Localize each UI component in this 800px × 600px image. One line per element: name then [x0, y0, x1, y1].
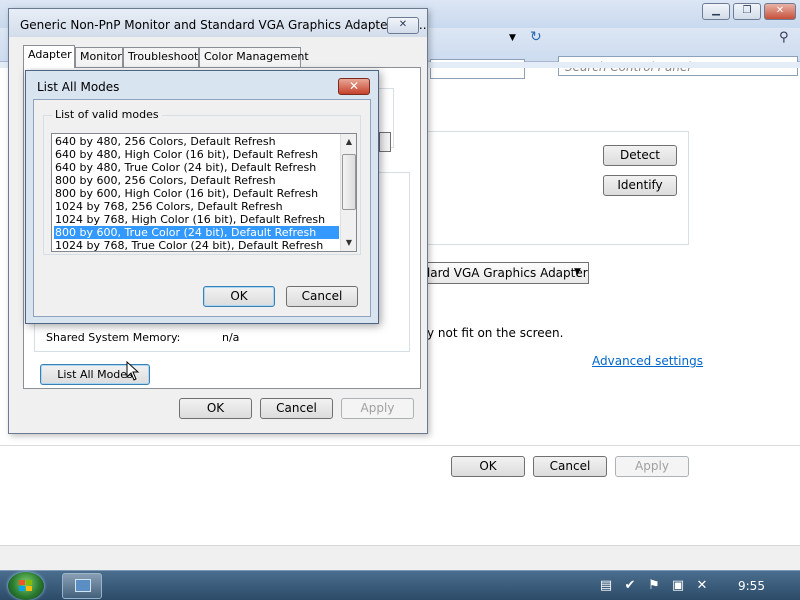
identify-button[interactable]: Identify — [603, 175, 677, 196]
cancel-button[interactable]: Cancel — [533, 456, 607, 477]
tab-troubleshoot[interactable]: Troubleshoot — [123, 47, 199, 67]
list-item[interactable]: 1024 by 768, 256 Colors, Default Refresh — [54, 200, 339, 213]
tab-color-management[interactable]: Color Management — [199, 47, 309, 67]
windows-logo-icon — [19, 580, 32, 591]
dialog-titlebar: Generic Non-PnP Monitor and Standard VGA… — [9, 9, 427, 37]
ok-button[interactable]: OK — [179, 398, 252, 419]
footer-area: OK Cancel Apply — [0, 445, 800, 545]
scroll-thumb[interactable] — [342, 154, 356, 210]
modes-dialog-title: List All Modes — [37, 80, 120, 94]
cancel-button[interactable]: Cancel — [286, 286, 358, 307]
search-icon[interactable]: ⚲ — [779, 30, 789, 45]
taskbar-clock[interactable]: 9:55 — [738, 579, 765, 593]
list-item[interactable]: 640 by 480, High Color (16 bit), Default… — [54, 148, 339, 161]
display-properties-icon — [75, 579, 91, 592]
mouse-cursor-icon — [126, 361, 140, 381]
vertical-scrollbar[interactable]: ▲ ▼ — [340, 134, 356, 251]
scroll-down-icon[interactable]: ▼ — [341, 235, 356, 251]
list-item[interactable]: 640 by 480, True Color (24 bit), Default… — [54, 161, 339, 174]
list-item[interactable]: 800 by 600, High Color (16 bit), Default… — [54, 187, 339, 200]
ok-button[interactable]: OK — [203, 286, 275, 307]
display-select-value: ndard VGA Graphics Adapter — [415, 266, 588, 280]
start-button[interactable] — [8, 572, 44, 600]
tab-adapter[interactable]: Adapter — [23, 45, 75, 68]
maximize-button[interactable]: ❐ — [733, 3, 761, 20]
fit-warning-text: y not fit on the screen. — [427, 326, 564, 340]
list-item-selected[interactable]: 800 by 600, True Color (24 bit), Default… — [54, 226, 339, 239]
modes-dialog-body: List of valid modes 640 by 480, 256 Colo… — [33, 99, 371, 317]
close-button[interactable]: ✕ — [387, 17, 419, 34]
detect-button[interactable]: Detect — [603, 145, 677, 166]
display-select[interactable]: ndard VGA Graphics Adapter — [410, 262, 589, 284]
taskbar-app-button[interactable] — [62, 573, 102, 599]
chevron-down-icon[interactable]: ▼ — [574, 267, 581, 277]
valid-modes-group: List of valid modes 640 by 480, 256 Colo… — [43, 108, 361, 255]
cancel-button[interactable]: Cancel — [260, 398, 333, 419]
refresh-icon[interactable]: ↻ — [530, 29, 542, 45]
taskbar: ▤ ✔ ⚑ ▣ ✕ 9:55 — [0, 570, 800, 600]
status-strip — [0, 545, 800, 570]
valid-modes-label: List of valid modes — [52, 108, 162, 121]
chevron-down-icon[interactable]: ▼ — [509, 33, 516, 43]
scroll-up-icon[interactable]: ▲ — [341, 134, 356, 150]
modes-listbox[interactable]: 640 by 480, 256 Colors, Default Refresh … — [51, 133, 357, 252]
list-item[interactable]: 1024 by 768, High Color (16 bit), Defaul… — [54, 213, 339, 226]
ok-button[interactable]: OK — [451, 456, 525, 477]
close-button[interactable]: ✕ — [764, 3, 796, 20]
dialog-title: Generic Non-PnP Monitor and Standard VGA… — [20, 18, 427, 32]
shared-memory-label: Shared System Memory: — [46, 331, 181, 344]
volume-muted-icon[interactable]: ✕ — [694, 578, 710, 594]
network-icon[interactable]: ▣ — [670, 578, 686, 594]
minimize-button[interactable]: ▁ — [702, 3, 730, 20]
apply-button[interactable]: Apply — [341, 398, 414, 419]
list-item[interactable]: 640 by 480, 256 Colors, Default Refresh — [54, 135, 339, 148]
shared-memory-value: n/a — [222, 331, 240, 344]
tab-monitor[interactable]: Monitor — [75, 47, 123, 67]
monitor-group-box: Detect Identify — [427, 131, 689, 245]
list-all-modes-dialog: List All Modes ✕ List of valid modes 640… — [25, 70, 379, 324]
advanced-settings-link[interactable]: Advanced settings — [592, 354, 703, 368]
list-item[interactable]: 800 by 600, 256 Colors, Default Refresh — [54, 174, 339, 187]
apply-button[interactable]: Apply — [615, 456, 689, 477]
document-icon[interactable]: ▤ — [598, 578, 614, 594]
action-center-flag-icon[interactable]: ⚑ — [646, 578, 662, 594]
security-shield-icon[interactable]: ✔ — [622, 578, 638, 594]
close-button[interactable]: ✕ — [338, 78, 370, 95]
list-item[interactable]: 1024 by 768, True Color (24 bit), Defaul… — [54, 239, 339, 251]
properties-button[interactable] — [379, 132, 391, 152]
